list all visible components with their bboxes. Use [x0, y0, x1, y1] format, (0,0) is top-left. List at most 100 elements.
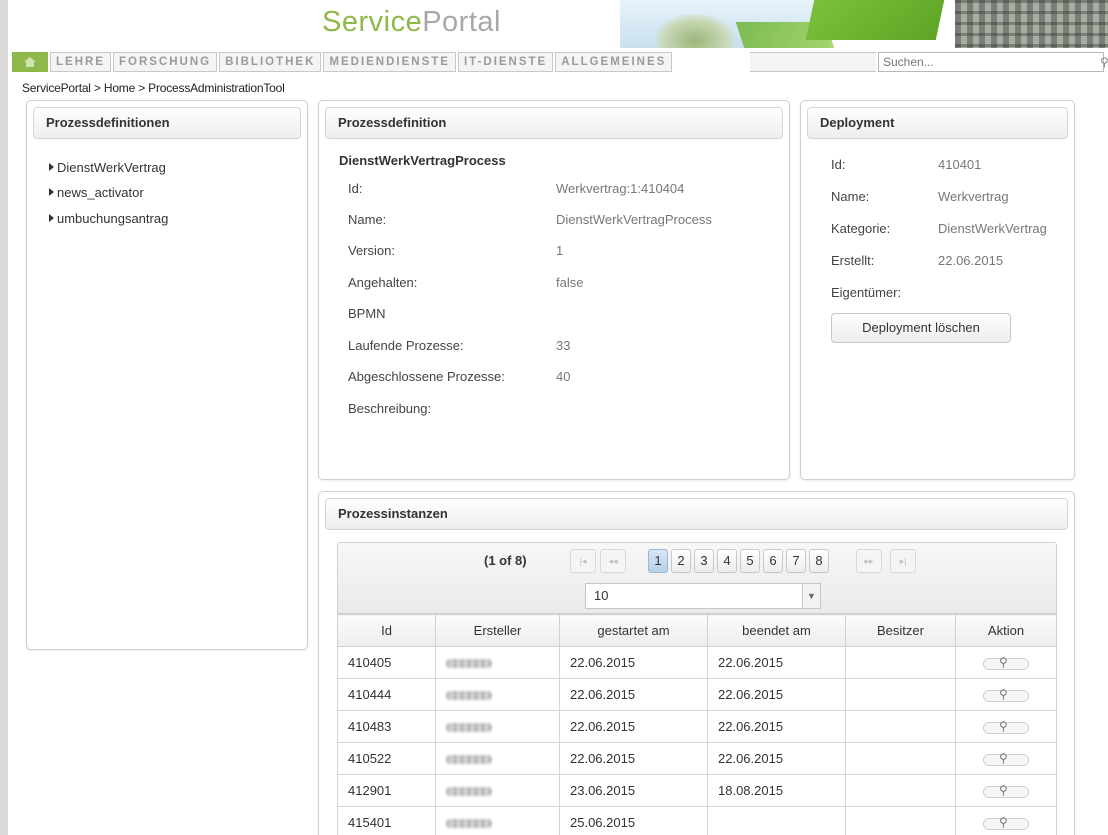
table-row[interactable]: 410444 22.06.2015 22.06.2015 — [337, 678, 1057, 711]
nav-item-bibliothek[interactable]: BIBLIOTHEK — [219, 52, 322, 72]
value-deployment-id: 410401 — [938, 157, 982, 172]
nav-item-it-dienste[interactable]: IT-DIENSTE — [457, 52, 554, 72]
chevron-down-icon[interactable]: ▼ — [802, 584, 820, 608]
first-page-button[interactable]: |◂ — [570, 549, 596, 573]
cell-action — [955, 710, 1057, 743]
column-header-owner[interactable]: Besitzer — [845, 614, 956, 647]
breadcrumb-serviceportal[interactable]: ServicePortal — [22, 81, 91, 95]
table-header-row: Id Ersteller gestartet am beendet am Bes… — [337, 614, 1057, 647]
left-edge-stripe — [0, 0, 8, 835]
table-row[interactable]: 412901 23.06.2015 18.08.2015 — [337, 774, 1057, 807]
search-input[interactable] — [878, 52, 1104, 72]
rows-per-page-select[interactable]: 10 ▼ — [585, 583, 821, 609]
cell-action — [955, 646, 1057, 679]
nav-item-mediendienste[interactable]: MEDIENDIENSTE — [323, 52, 456, 72]
cell-started: 23.06.2015 — [559, 774, 708, 807]
bpmn-link[interactable]: BPMN — [348, 306, 386, 321]
breadcrumb-home[interactable]: Home — [104, 81, 135, 95]
cell-owner — [845, 710, 956, 743]
breadcrumb-separator: > — [138, 81, 146, 95]
cell-owner — [845, 678, 956, 711]
main-navigation: LEHRE FORSCHUNG BIBLIOTHEK MEDIENDIENSTE… — [12, 52, 673, 72]
cell-creator — [435, 806, 560, 835]
column-header-started[interactable]: gestartet am — [559, 614, 708, 647]
process-instances-panel: Prozessinstanzen (1 of 8) |◂ ◂◂ 1 2 3 4 … — [318, 491, 1075, 835]
redacted-creator — [446, 691, 492, 701]
tree-item-dienstwerkvertrag[interactable]: DienstWerkVertrag — [49, 160, 166, 175]
rows-per-page-value: 10 — [594, 588, 609, 603]
expand-arrow-icon[interactable] — [49, 214, 54, 222]
process-definition-panel: Prozessdefinition DienstWerkVertragProce… — [318, 100, 790, 480]
view-details-icon[interactable] — [983, 687, 1029, 702]
label-deployment-id: Id: — [831, 157, 846, 172]
instances-table: Id Ersteller gestartet am beendet am Bes… — [337, 614, 1057, 835]
cell-id: 412901 — [337, 774, 436, 807]
label-name: Name: — [348, 212, 387, 227]
table-row[interactable]: 410483 22.06.2015 22.06.2015 — [337, 710, 1057, 743]
process-name: DienstWerkVertragProcess — [339, 153, 506, 168]
value-version: 1 — [556, 243, 564, 258]
label-owner: Eigentümer: — [831, 285, 902, 300]
next-page-button[interactable]: ▸▸ — [856, 549, 882, 573]
header-banner-image — [560, 0, 1108, 48]
process-definitions-panel: Prozessdefinitionen DienstWerkVertrag ne… — [26, 100, 308, 650]
value-name: DienstWerkVertragProcess — [556, 212, 712, 227]
cell-id: 410444 — [337, 678, 436, 711]
nav-item-lehre[interactable]: LEHRE — [50, 52, 111, 72]
page-button-1[interactable]: 1 — [648, 549, 668, 573]
redacted-creator — [446, 819, 492, 829]
view-details-icon[interactable] — [983, 719, 1029, 734]
page-button-4[interactable]: 4 — [717, 549, 737, 573]
view-details-icon[interactable] — [983, 751, 1029, 766]
label-completed: Abgeschlossene Prozesse: — [348, 369, 505, 384]
page-button-7[interactable]: 7 — [786, 549, 806, 573]
cell-ended: 18.08.2015 — [707, 774, 846, 807]
page-button-5[interactable]: 5 — [740, 549, 760, 573]
cell-creator — [435, 774, 560, 807]
column-header-creator[interactable]: Ersteller — [435, 614, 560, 647]
cell-started: 22.06.2015 — [559, 710, 708, 743]
breadcrumb-process-admin-tool[interactable]: ProcessAdministrationTool — [148, 81, 285, 95]
page-button-6[interactable]: 6 — [763, 549, 783, 573]
cell-ended: 22.06.2015 — [707, 742, 846, 775]
label-suspended: Angehalten: — [348, 275, 418, 290]
table-row[interactable]: 410405 22.06.2015 22.06.2015 — [337, 646, 1057, 679]
expand-arrow-icon[interactable] — [49, 188, 54, 196]
view-details-icon[interactable] — [983, 783, 1029, 798]
view-details-icon[interactable] — [983, 655, 1029, 670]
cell-id: 410405 — [337, 646, 436, 679]
nav-home-button[interactable] — [12, 52, 48, 72]
search-icon[interactable]: ⚲ — [1100, 52, 1108, 72]
label-version: Version: — [348, 243, 395, 258]
page-button-8[interactable]: 8 — [809, 549, 829, 573]
table-row[interactable]: 415401 25.06.2015 — [337, 806, 1057, 835]
site-logo[interactable]: ServicePortal — [322, 0, 501, 44]
label-category: Kategorie: — [831, 221, 891, 236]
value-category: DienstWerkVertrag — [938, 221, 1047, 236]
process-definitions-header: Prozessdefinitionen — [33, 107, 301, 139]
nav-item-allgemeines[interactable]: ALLGEMEINES — [555, 52, 673, 72]
view-details-icon[interactable] — [983, 815, 1029, 830]
delete-deployment-button[interactable]: Deployment löschen — [831, 313, 1011, 343]
tree-item-news-activator[interactable]: news_activator — [49, 185, 144, 200]
tree-item-umbuchungsantrag[interactable]: umbuchungsantrag — [49, 211, 169, 226]
table-row[interactable]: 410522 22.06.2015 22.06.2015 — [337, 742, 1057, 775]
value-running: 33 — [556, 338, 571, 353]
cell-creator — [435, 742, 560, 775]
prev-page-button[interactable]: ◂◂ — [600, 549, 626, 573]
page-button-3[interactable]: 3 — [694, 549, 714, 573]
label-description: Beschreibung: — [348, 401, 432, 416]
page-button-2[interactable]: 2 — [671, 549, 691, 573]
column-header-id[interactable]: Id — [337, 614, 436, 647]
deployment-header: Deployment — [807, 107, 1068, 139]
cell-started: 22.06.2015 — [559, 742, 708, 775]
nav-item-forschung[interactable]: FORSCHUNG — [112, 52, 218, 72]
expand-arrow-icon[interactable] — [49, 163, 54, 171]
paginator: (1 of 8) |◂ ◂◂ 1 2 3 4 5 6 7 8 ▸▸ ▸| 10 … — [337, 542, 1057, 614]
process-instances-header: Prozessinstanzen — [325, 498, 1068, 530]
column-header-ended[interactable]: beendet am — [707, 614, 846, 647]
tree-item-label: umbuchungsantrag — [57, 211, 169, 226]
last-page-button[interactable]: ▸| — [890, 549, 916, 573]
deployment-panel: Deployment Id: 410401 Name: Werkvertrag … — [800, 100, 1075, 480]
redacted-creator — [446, 787, 492, 797]
